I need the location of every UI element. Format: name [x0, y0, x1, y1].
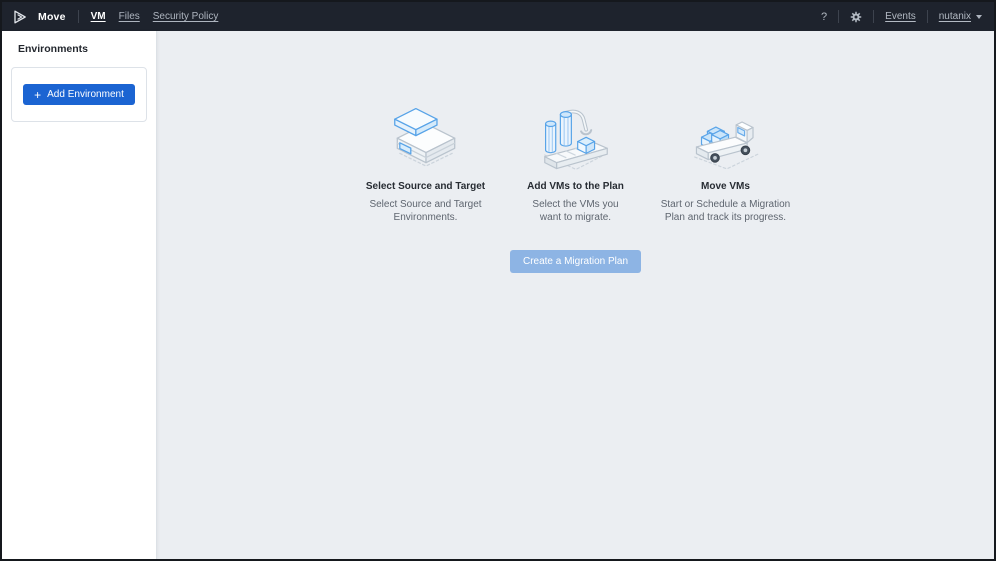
- sidebar-title: Environments: [2, 43, 156, 55]
- chevron-down-icon: [976, 15, 982, 19]
- add-environment-label: Add Environment: [47, 89, 124, 100]
- events-link[interactable]: Events: [885, 11, 916, 22]
- top-navigation-bar: Move VM Files Security Policy ?: [2, 2, 994, 31]
- primary-tabs: VM Files Security Policy: [91, 11, 219, 22]
- nutanix-move-logo-icon: [12, 9, 28, 25]
- divider: [838, 10, 839, 23]
- environments-sidebar: Environments + Add Environment: [2, 31, 157, 559]
- stack-icon: [388, 100, 464, 172]
- settings-gear-icon[interactable]: [850, 11, 862, 23]
- step-add-vms-to-plan: Add VMs to the Plan Select the VMs you w…: [501, 100, 651, 224]
- step-move-vms: Move VMs Start or Schedule a Migration P…: [651, 100, 801, 224]
- step-select-source-and-target: Select Source and Target Select Source a…: [351, 100, 501, 224]
- create-migration-plan-button[interactable]: Create a Migration Plan: [510, 250, 641, 273]
- app-window: Move VM Files Security Policy ?: [0, 0, 996, 561]
- divider: [78, 10, 79, 23]
- tab-vm[interactable]: VM: [91, 11, 106, 22]
- divider: [873, 10, 874, 23]
- add-environment-button[interactable]: + Add Environment: [23, 84, 135, 105]
- step-description: Select the VMs you want to migrate.: [528, 198, 624, 224]
- main-content: Select Source and Target Select Source a…: [157, 31, 994, 559]
- divider: [927, 10, 928, 23]
- help-icon[interactable]: ?: [821, 11, 827, 23]
- tab-files[interactable]: Files: [119, 11, 140, 22]
- tab-security-policy[interactable]: Security Policy: [153, 11, 219, 22]
- onboarding-steps: Select Source and Target Select Source a…: [157, 100, 994, 224]
- step-title: Move VMs: [701, 181, 750, 192]
- user-menu[interactable]: nutanix: [939, 11, 982, 22]
- environments-card: + Add Environment: [11, 67, 147, 122]
- step-title: Select Source and Target: [366, 181, 485, 192]
- user-menu-label: nutanix: [939, 11, 971, 22]
- truck-icon: [688, 100, 764, 172]
- step-description: Select Source and Target Environments.: [365, 198, 487, 224]
- step-description: Start or Schedule a Migration Plan and t…: [655, 198, 797, 224]
- step-title: Add VMs to the Plan: [527, 181, 624, 192]
- robot-arm-icon: [538, 100, 614, 172]
- product-name: Move: [38, 11, 66, 23]
- plus-icon: +: [34, 90, 41, 100]
